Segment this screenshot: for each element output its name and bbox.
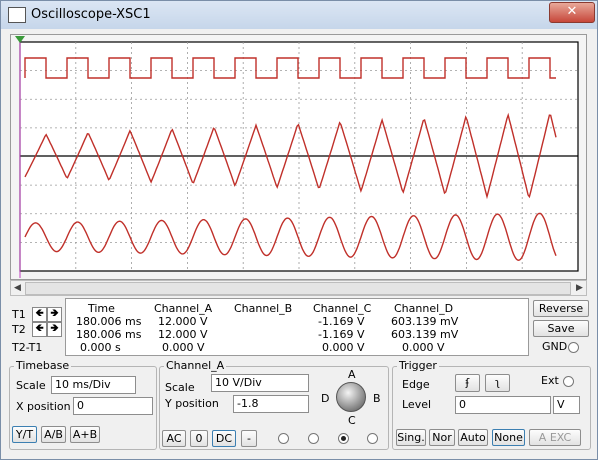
header-channel-d: Channel_D [394,302,454,315]
trigger-level-unit[interactable]: V [553,396,580,414]
t2-right-arrow-icon[interactable]: 🡺 [47,322,62,337]
rising-edge-icon[interactable]: ʄ [455,374,480,392]
yt-mode-button[interactable]: Y/T [12,426,37,443]
header-channel-a: Channel_A [154,302,213,315]
y-position-label: Y position [165,397,219,410]
gnd-label: GND [542,340,568,353]
oscilloscope-window: Oscilloscope-XSC1 ✕ ◀ ▶ T1 T2 T2-T1 🡸 🡺 … [0,0,598,460]
edge-label: Edge [402,378,430,391]
knob-label-c: C [348,414,356,427]
trigger-legend: Trigger [397,359,439,372]
t1-label: T1 [12,308,26,321]
channel-radio[interactable] [278,433,289,444]
dc-coupling-button[interactable]: DC [212,430,236,447]
table-cell: 12.000 V [158,328,208,341]
t1-right-arrow-icon[interactable]: 🡺 [47,307,62,322]
x-position-label: X position [16,400,71,413]
table-cell: -1.169 V [318,315,365,328]
channel-radio[interactable] [308,433,319,444]
table-cell: 0.000 s [80,341,121,354]
waveform-plot [15,36,579,278]
header-time: Time [88,302,115,315]
channel-scale-input[interactable]: 10 V/Div [211,374,309,392]
table-cell: 0.000 V [322,341,365,354]
scroll-thumb[interactable] [25,282,571,295]
table-cell: 603.139 mV [391,328,459,341]
timebase-scale-input[interactable]: 10 ms/Div [51,376,136,394]
header-channel-c: Channel_C [313,302,372,315]
auto-mode-button[interactable]: Auto [458,429,488,446]
oscilloscope-icon [8,7,26,23]
t2-label: T2 [12,323,26,336]
invert-button[interactable]: - [241,430,257,447]
ext-label: Ext [541,374,559,387]
timebase-group: Timebase Scale 10 ms/Div X position 0 Y/… [9,359,157,450]
zero-coupling-button[interactable]: 0 [190,430,208,447]
t2-left-arrow-icon[interactable]: 🡸 [32,322,47,337]
level-label: Level [402,398,432,411]
header-channel-b: Channel_B [234,302,293,315]
timebase-legend: Timebase [14,359,72,372]
save-button[interactable]: Save [533,320,589,337]
normal-mode-button[interactable]: Nor [429,429,455,446]
channel-group: Channel_A Scale 10 V/Div Y position -1.8… [159,359,389,450]
channel-scale-label: Scale [165,381,195,394]
scroll-left-icon[interactable]: ◀ [11,281,24,295]
knob-label-b: B [373,392,381,405]
table-cell: 0.000 V [402,341,445,354]
falling-edge-icon[interactable]: ʅ [485,374,510,392]
ac-coupling-button[interactable]: AC [162,430,186,447]
scope-display [10,34,587,280]
table-cell: -1.169 V [318,328,365,341]
trigger-group: Trigger Edge ʄ ʅ Ext Level 0 V Sing. Nor… [392,359,591,450]
horizontal-scrollbar[interactable]: ◀ ▶ [10,280,587,296]
title-bar[interactable]: Oscilloscope-XSC1 ✕ [1,1,597,29]
window-title: Oscilloscope-XSC1 [31,7,151,22]
gnd-radio[interactable] [568,342,579,353]
trigger-source-button[interactable]: A EXC [529,429,581,446]
trigger-level-input[interactable]: 0 [455,396,551,414]
timebase-scale-label: Scale [16,379,46,392]
a-plus-b-mode-button[interactable]: A+B [70,426,100,443]
channel-radio[interactable] [338,433,349,444]
channel-legend: Channel_A [164,359,227,372]
y-position-input[interactable]: -1.8 [233,395,309,413]
table-cell: 180.006 ms [76,328,142,341]
reverse-button[interactable]: Reverse [533,300,589,317]
table-cell: 603.139 mV [391,315,459,328]
channel-radio[interactable] [367,433,378,444]
table-cell: 0.000 V [162,341,205,354]
table-cell: 180.006 ms [76,315,142,328]
measurement-table: Time Channel_A Channel_B Channel_C Chann… [65,298,529,356]
none-mode-button[interactable]: None [492,429,525,446]
t2-t1-label: T2-T1 [12,341,43,354]
table-cell: 12.000 V [158,315,208,328]
ext-radio[interactable] [563,376,574,387]
single-mode-button[interactable]: Sing. [396,429,426,446]
knob-label-d: D [321,392,330,405]
t1-left-arrow-icon[interactable]: 🡸 [32,307,47,322]
knob-label-a: A [348,368,356,381]
x-position-input[interactable]: 0 [73,397,153,415]
close-button[interactable]: ✕ [549,2,595,23]
scroll-right-icon[interactable]: ▶ [573,281,586,295]
ab-mode-button[interactable]: A/B [41,426,66,443]
channel-selector-knob[interactable] [336,382,366,412]
